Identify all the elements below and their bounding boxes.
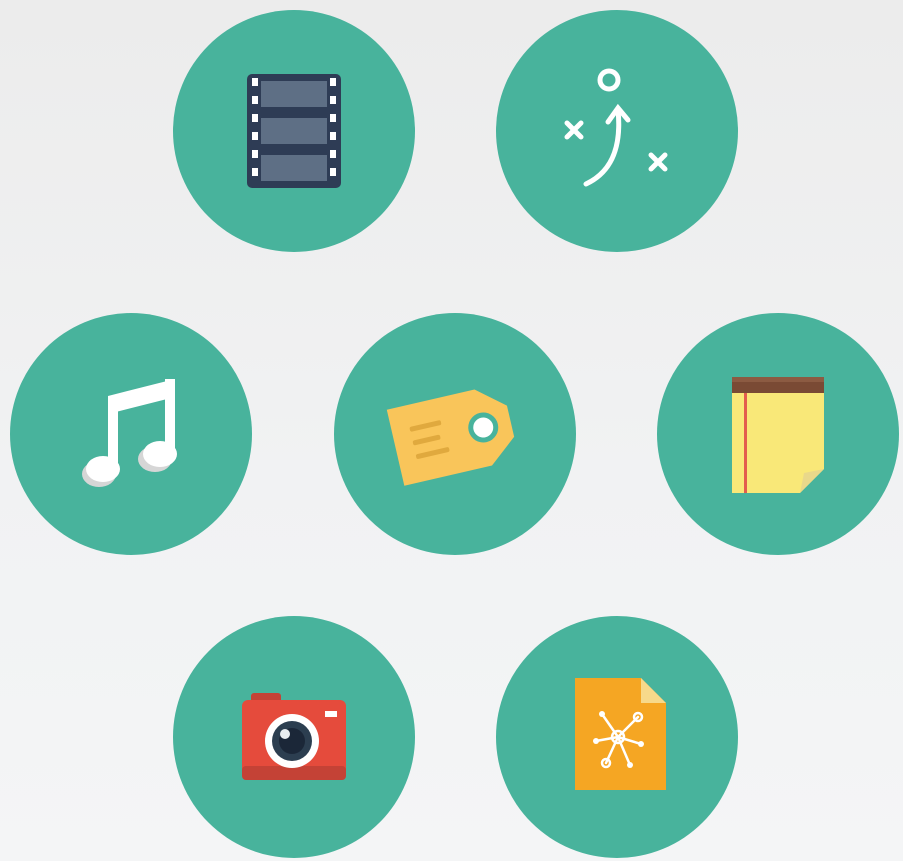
strategy-app-button[interactable] <box>496 10 738 252</box>
notepad-icon <box>657 313 899 555</box>
price-tag-icon <box>334 313 576 555</box>
network-document-icon <box>496 616 738 858</box>
tag-app-button[interactable] <box>334 313 576 555</box>
film-strip-icon <box>173 10 415 252</box>
music-app-button[interactable] <box>10 313 252 555</box>
notes-app-button[interactable] <box>657 313 899 555</box>
film-app-button[interactable] <box>173 10 415 252</box>
camera-app-button[interactable] <box>173 616 415 858</box>
music-note-icon <box>10 313 252 555</box>
share-app-button[interactable] <box>496 616 738 858</box>
camera-icon <box>173 616 415 858</box>
strategy-play-icon <box>496 10 738 252</box>
